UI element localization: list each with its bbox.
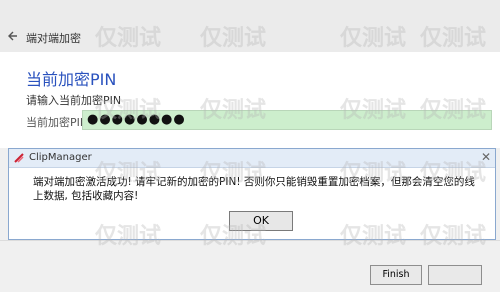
section-title: 当前加密PIN (26, 70, 117, 89)
window-title: 端对端加密 (26, 32, 81, 45)
pin-label: 当前加密PIN (26, 116, 89, 129)
pin-prompt: 请输入当前加密PIN (26, 94, 122, 107)
cancel-button[interactable] (428, 265, 482, 285)
ok-button[interactable]: OK (229, 211, 293, 231)
message-dialog: ClipManager ✕ 端对端加密激活成功! 请牢记新的加密的PIN! 否则… (8, 148, 496, 240)
dialog-title: ClipManager (29, 152, 92, 163)
footer-bar: Finish (0, 240, 500, 292)
top-bar: 端对端加密 (0, 0, 500, 52)
pin-input[interactable]: ●●●●●●●● (82, 110, 492, 130)
main-content: 当前加密PIN 请输入当前加密PIN 当前加密PIN ●●●●●●●● (0, 52, 500, 148)
finish-button[interactable]: Finish (370, 265, 422, 285)
dialog-titlebar: ClipManager ✕ (9, 149, 495, 168)
clipmanager-icon (14, 153, 24, 163)
back-arrow-icon[interactable] (6, 30, 18, 42)
close-icon[interactable]: ✕ (481, 151, 491, 163)
pin-value: ●●●●●●●● (87, 112, 186, 127)
dialog-message: 端对端加密激活成功! 请牢记新的加密的PIN! 否则你只能销毁重置加密档案，但那… (33, 176, 475, 202)
